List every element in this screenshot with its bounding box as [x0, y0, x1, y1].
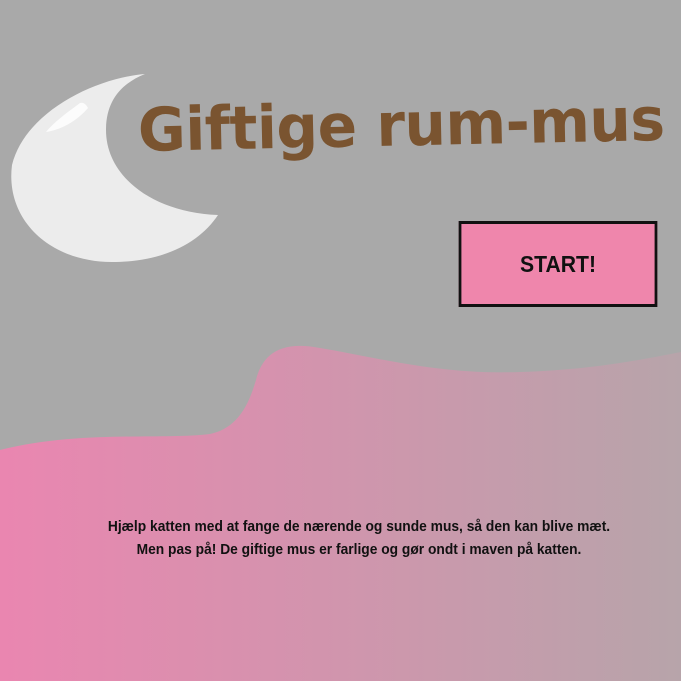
pink-wave-ground [0, 345, 681, 681]
intro-text: Hjælp katten med at fange de nærende og … [60, 515, 658, 561]
game-title: Giftige rum-mus [137, 84, 666, 166]
intro-line: Men pas på! De giftige mus er farlige og… [136, 541, 582, 558]
intro-line: Hjælp katten med at fange de nærende og … [107, 518, 611, 535]
start-button[interactable]: START! [458, 221, 658, 307]
